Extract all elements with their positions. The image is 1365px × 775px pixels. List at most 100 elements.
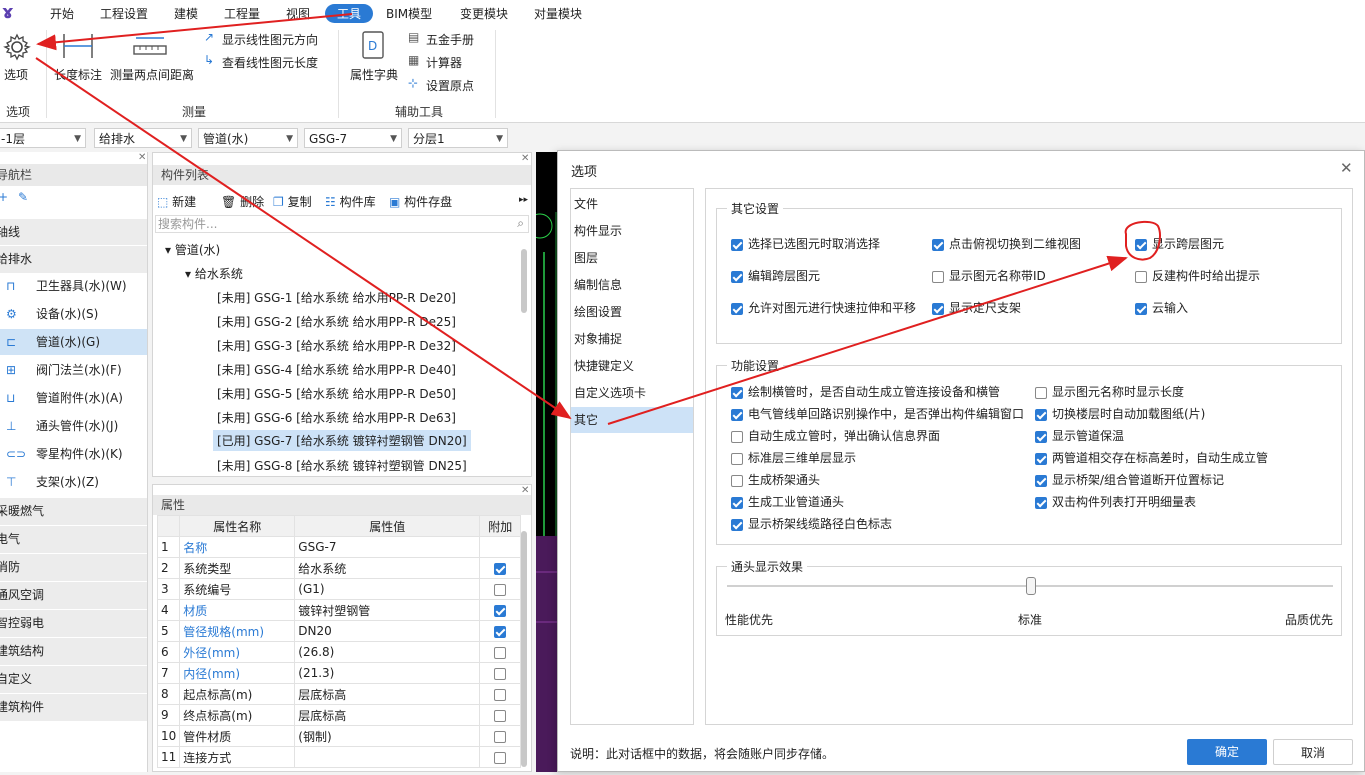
- checkbox[interactable]: [731, 430, 743, 443]
- option-checkbox[interactable]: 显示定尺支架: [932, 299, 1021, 316]
- property-dictionary-button[interactable]: D 属性字典: [348, 30, 402, 85]
- list-item[interactable]: [未用] GSG-5 [给水系统 给水用PP-R De50]: [217, 385, 456, 402]
- type-select[interactable]: 管道(水) ▼: [198, 128, 298, 148]
- options-nav-item[interactable]: 快捷键定义: [571, 353, 693, 379]
- property-value[interactable]: 层底标高: [294, 704, 481, 726]
- list-item-selected[interactable]: [已用] GSG-7 [给水系统 镀锌衬塑钢管 DN20]: [213, 430, 471, 451]
- checkbox[interactable]: [1035, 496, 1047, 509]
- property-value[interactable]: (G1): [294, 578, 481, 600]
- discipline-select[interactable]: 给排水 ▼: [94, 128, 192, 148]
- nav-section-structure[interactable]: 建筑结构: [0, 637, 147, 665]
- options-nav-item[interactable]: 构件显示: [571, 218, 693, 244]
- extra-checkbox[interactable]: [494, 646, 507, 659]
- extra-checkbox[interactable]: [494, 625, 507, 638]
- table-row[interactable]: 2 系统类型 给水系统: [156, 557, 522, 579]
- options-button[interactable]: 选项: [0, 30, 36, 85]
- checkbox[interactable]: [932, 238, 944, 251]
- list-item[interactable]: [未用] GSG-1 [给水系统 给水用PP-R De20]: [217, 289, 456, 306]
- table-row[interactable]: 1 名称 GSG-7: [156, 536, 522, 558]
- option-checkbox[interactable]: 显示图元名称带ID: [932, 267, 1046, 284]
- calculator-button[interactable]: ▦ 计算器: [408, 53, 488, 71]
- option-checkbox[interactable]: 自动生成立管时，弹出确认信息界面: [731, 427, 940, 444]
- ok-button[interactable]: 确定: [1187, 739, 1267, 765]
- option-checkbox[interactable]: 点击俯视切换到二维视图: [932, 235, 1081, 252]
- list-item[interactable]: [未用] GSG-4 [给水系统 给水用PP-R De40]: [217, 361, 456, 378]
- checkbox[interactable]: [731, 302, 743, 315]
- checkbox[interactable]: [932, 270, 944, 283]
- nav-item-misc[interactable]: ⊂⊃ 零星构件(水)(K): [0, 441, 147, 467]
- nav-section-building[interactable]: 建筑构件: [0, 693, 147, 721]
- delete-button[interactable]: 🗑 删除: [221, 193, 264, 210]
- floor-select[interactable]: -1层 ▼: [0, 128, 86, 148]
- component-select[interactable]: GSG-7 ▼: [304, 128, 402, 148]
- property-value[interactable]: GSG-7: [294, 536, 481, 558]
- option-checkbox[interactable]: 显示图元名称时显示长度: [1035, 383, 1184, 400]
- view-length-button[interactable]: ↳ 查看线性图元长度: [204, 53, 334, 71]
- option-checkbox[interactable]: 两管道相交存在标高差时，自动生成立管: [1035, 449, 1268, 466]
- menu-project-settings[interactable]: 工程设置: [100, 5, 148, 22]
- nav-section-axis[interactable]: 轴线: [0, 218, 147, 246]
- checkbox[interactable]: [1135, 270, 1147, 283]
- options-nav-item[interactable]: 绘图设置: [571, 299, 693, 325]
- menu-change-module[interactable]: 变更模块: [460, 5, 508, 22]
- close-icon[interactable]: ✕: [521, 485, 529, 496]
- menu-bim-model[interactable]: BIM模型: [386, 5, 432, 22]
- nav-item-pipe-accessory[interactable]: ⊔ 管道附件(水)(A): [0, 385, 147, 411]
- show-direction-button[interactable]: ↗ 显示线性图元方向: [204, 30, 334, 48]
- nav-section-custom[interactable]: 自定义: [0, 665, 147, 693]
- checkbox[interactable]: [1035, 408, 1047, 421]
- table-row[interactable]: 10 管件材质 (钢制): [156, 725, 522, 747]
- checkbox[interactable]: [1035, 452, 1047, 465]
- tree-root[interactable]: ▾ 管道(水): [165, 241, 220, 258]
- property-value[interactable]: (21.3): [294, 662, 481, 684]
- table-row[interactable]: 3 系统编号 (G1): [156, 578, 522, 600]
- option-checkbox[interactable]: 双击构件列表打开明细量表: [1035, 493, 1196, 510]
- nav-item-valve[interactable]: ⊞ 阀门法兰(水)(F): [0, 357, 147, 383]
- nav-section-lowvoltage[interactable]: 智控弱电: [0, 609, 147, 637]
- new-button[interactable]: ⬚ 新建: [157, 193, 196, 210]
- component-search-input[interactable]: 搜索构件... ⌕: [155, 215, 529, 233]
- table-row[interactable]: 6 外径(mm) (26.8): [156, 641, 522, 663]
- option-checkbox[interactable]: 允许对图元进行快速拉伸和平移: [731, 299, 916, 316]
- option-checkbox[interactable]: 标准层三维单层显示: [731, 449, 856, 466]
- table-row[interactable]: 5 管径规格(mm) DN20: [156, 620, 522, 642]
- options-nav-item[interactable]: 自定义选项卡: [571, 380, 693, 406]
- option-checkbox[interactable]: 电气管线单回路识别操作中，是否弹出构件编辑窗口: [731, 405, 1024, 422]
- options-nav-item[interactable]: 文件: [571, 191, 693, 217]
- extra-checkbox[interactable]: [494, 562, 507, 575]
- length-dimension-button[interactable]: 长度标注: [52, 30, 104, 85]
- menu-modeling[interactable]: 建模: [174, 5, 198, 22]
- option-checkbox[interactable]: 显示桥架/组合管道断开位置标记: [1035, 471, 1224, 488]
- options-nav-item[interactable]: 图层: [571, 245, 693, 271]
- option-checkbox[interactable]: 云输入: [1135, 299, 1188, 316]
- property-value[interactable]: (26.8): [294, 641, 481, 663]
- scrollbar[interactable]: [521, 531, 527, 767]
- extra-checkbox[interactable]: [494, 709, 507, 722]
- extra-checkbox[interactable]: [494, 583, 507, 596]
- layer-select[interactable]: 分层1 ▼: [408, 128, 508, 148]
- option-checkbox[interactable]: 编辑跨层图元: [731, 267, 820, 284]
- checkbox[interactable]: [1035, 474, 1047, 487]
- tree-system[interactable]: ▾ 给水系统: [185, 265, 243, 282]
- checkbox[interactable]: [1135, 302, 1147, 315]
- checkbox[interactable]: [1035, 430, 1047, 443]
- option-checkbox[interactable]: 绘制横管时，是否自动生成立管连接设备和横管: [731, 383, 1000, 400]
- table-row[interactable]: 9 终点标高(m) 层底标高: [156, 704, 522, 726]
- extra-checkbox[interactable]: [494, 730, 507, 743]
- measure-distance-button[interactable]: 测量两点间距离: [108, 30, 198, 85]
- table-row[interactable]: 8 起点标高(m) 层底标高: [156, 683, 522, 705]
- list-item[interactable]: [未用] GSG-8 [给水系统 镀锌衬塑钢管 DN25]: [217, 457, 467, 474]
- options-nav-item[interactable]: 对象捕捉: [571, 326, 693, 352]
- extra-checkbox[interactable]: [494, 751, 507, 764]
- option-checkbox[interactable]: 选择已选图元时取消选择: [731, 235, 880, 252]
- cancel-button[interactable]: 取消: [1273, 739, 1353, 765]
- nav-section-water[interactable]: 给排水: [0, 245, 147, 273]
- checkbox[interactable]: [731, 408, 743, 421]
- checkbox[interactable]: [731, 452, 743, 465]
- list-item[interactable]: [未用] GSG-2 [给水系统 给水用PP-R De25]: [217, 313, 456, 330]
- close-icon[interactable]: ✕: [138, 152, 146, 163]
- property-value[interactable]: DN20: [294, 620, 481, 642]
- storage-button[interactable]: ▣ 构件存盘: [389, 193, 452, 210]
- option-checkbox[interactable]: 显示桥架线缆路径白色标志: [731, 515, 892, 532]
- list-item[interactable]: [未用] GSG-3 [给水系统 给水用PP-R De32]: [217, 337, 456, 354]
